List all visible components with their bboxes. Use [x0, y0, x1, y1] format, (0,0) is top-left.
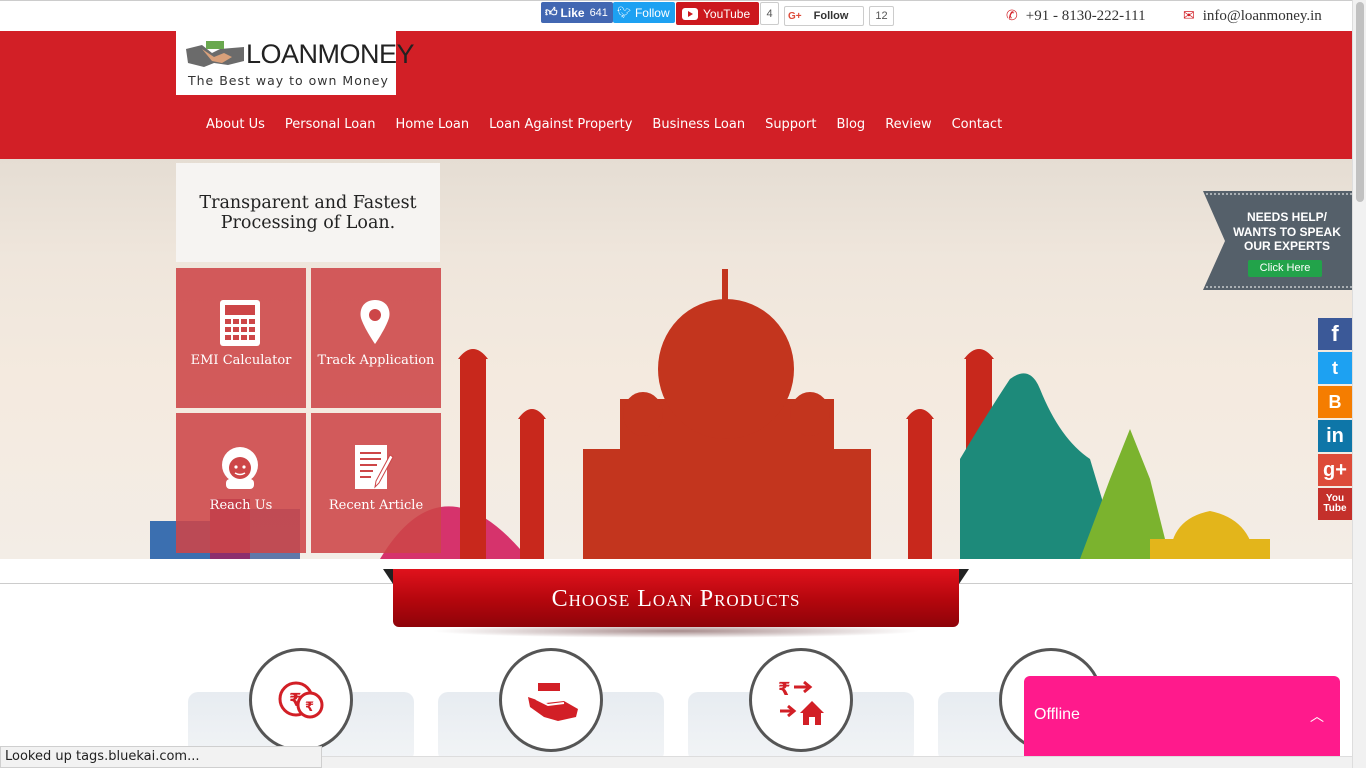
live-chat-widget[interactable]: Offline ︿ — [1024, 676, 1340, 756]
product-circle-property[interactable]: ₹ — [749, 648, 853, 752]
google-plus-count: 12 — [869, 6, 894, 26]
google-plus-follow-button[interactable]: G+ Follow — [784, 6, 864, 26]
top-bar: 👍︎ Like 641 🐦︎ Follow YouTube 4 G+ Follo… — [0, 0, 1352, 31]
side-twitter-icon[interactable]: t — [1318, 352, 1352, 384]
nav-contact[interactable]: Contact — [952, 117, 1003, 132]
vertical-scrollbar[interactable] — [1352, 0, 1366, 768]
tile-track-application[interactable]: Track Application — [311, 268, 441, 408]
twitter-follow-button[interactable]: 🐦︎ Follow — [613, 2, 675, 23]
envelope-icon: ✉ — [1183, 9, 1195, 24]
twitter-follow-label: Follow — [634, 5, 670, 20]
logo-tagline: The Best way to own Money — [188, 73, 389, 88]
support-agent-icon — [222, 447, 258, 489]
hand-money-icon — [528, 683, 578, 721]
phone-contact[interactable]: ✆ +91 - 8130-222-111 — [1006, 8, 1146, 25]
nav-business-loan[interactable]: Business Loan — [652, 117, 745, 132]
nav-home-loan[interactable]: Home Loan — [395, 117, 469, 132]
hero-tagline: Transparent and Fastest Processing of Lo… — [176, 163, 440, 262]
tile-emi-calculator-label: EMI Calculator — [190, 353, 292, 368]
tile-recent-article-label: Recent Article — [328, 498, 424, 513]
hero-banner: Transparent and Fastest Processing of Lo… — [0, 159, 1352, 559]
side-facebook-icon[interactable]: f — [1318, 318, 1352, 350]
phone-icon: ✆ — [1006, 9, 1018, 24]
side-google-plus-icon[interactable]: g+ — [1318, 454, 1352, 486]
tile-reach-us[interactable]: Reach Us — [176, 413, 306, 553]
expert-help-text: NEEDS HELP/ WANTS TO SPEAK OUR EXPERTS — [1233, 210, 1341, 253]
facebook-like-label: Like — [560, 5, 585, 20]
product-circle-personal[interactable]: ₹ ₹ — [249, 648, 353, 752]
ribbon-fold-right — [959, 569, 969, 584]
nav-about-us[interactable]: About Us — [206, 117, 265, 132]
rupee-coins-icon: ₹ ₹ — [278, 681, 324, 719]
tile-reach-us-label: Reach Us — [209, 498, 273, 513]
youtube-count: 4 — [760, 2, 779, 25]
scrollbar-thumb[interactable] — [1356, 2, 1364, 202]
chat-status: Offline — [1034, 706, 1080, 723]
youtube-label: YouTube — [703, 6, 751, 21]
choose-loan-products-heading: Choose Loan Products — [393, 569, 959, 627]
chevron-up-icon[interactable]: ︿ — [1310, 706, 1324, 726]
tile-recent-article[interactable]: Recent Article — [311, 413, 441, 553]
svg-text:₹: ₹ — [289, 690, 302, 711]
nav-loan-against-property[interactable]: Loan Against Property — [489, 117, 632, 132]
svg-text:₹: ₹ — [778, 679, 791, 700]
handshake-icon — [186, 41, 244, 67]
horizontal-scrollbar[interactable] — [322, 756, 1352, 768]
nav-review[interactable]: Review — [885, 117, 931, 132]
expert-help-box[interactable]: NEEDS HELP/ WANTS TO SPEAK OUR EXPERTS C… — [1203, 191, 1352, 290]
google-plus-icon: G+ — [788, 10, 802, 22]
calculator-icon — [220, 300, 260, 346]
tile-emi-calculator[interactable]: EMI Calculator — [176, 268, 306, 408]
thumbs-up-icon: 👍︎ — [545, 5, 558, 19]
logo-brand-text: LOANMONEY — [246, 39, 415, 69]
youtube-subscribe-button[interactable]: YouTube — [676, 2, 759, 25]
email-contact[interactable]: ✉ info@loanmoney.in — [1183, 8, 1322, 25]
google-plus-follow-label: Follow — [813, 10, 849, 22]
svg-text:₹: ₹ — [305, 700, 314, 715]
youtube-play-icon — [682, 7, 698, 20]
nav-support[interactable]: Support — [765, 117, 816, 132]
side-blogger-icon[interactable]: B — [1318, 386, 1352, 418]
main-nav: About Us Personal Loan Home Loan Loan Ag… — [206, 117, 1022, 132]
map-pin-icon — [360, 300, 390, 344]
phone-number: +91 - 8130-222-111 — [1025, 8, 1146, 24]
product-circle-home[interactable] — [499, 648, 603, 752]
click-here-button[interactable]: Click Here — [1248, 260, 1322, 277]
email-address: info@loanmoney.in — [1202, 8, 1322, 24]
nav-blog[interactable]: Blog — [836, 117, 865, 132]
article-icon — [355, 445, 394, 489]
ribbon-fold-left — [383, 569, 393, 584]
site-header: LOANMONEY The Best way to own Money Abou… — [0, 31, 1352, 159]
facebook-like-count: 641 — [589, 6, 608, 19]
tile-track-application-label: Track Application — [317, 353, 435, 368]
nav-personal-loan[interactable]: Personal Loan — [285, 117, 376, 132]
rupee-transfer-home-icon: ₹ — [778, 679, 824, 725]
facebook-like-button[interactable]: 👍︎ Like 641 — [541, 2, 613, 23]
site-logo[interactable]: LOANMONEY The Best way to own Money — [176, 31, 415, 95]
side-linkedin-icon[interactable]: in — [1318, 420, 1352, 452]
browser-status-bar: Looked up tags.bluekai.com... — [0, 746, 322, 768]
twitter-bird-icon: 🐦︎ — [617, 7, 631, 19]
side-youtube-icon[interactable]: You Tube — [1318, 488, 1352, 520]
